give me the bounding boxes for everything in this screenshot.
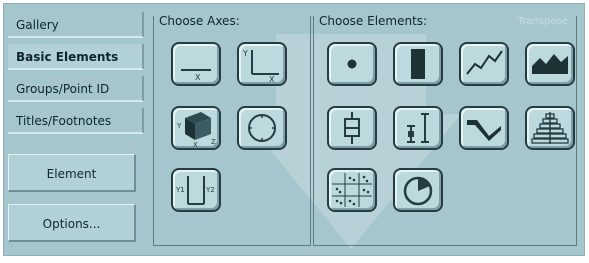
bar-icon [411, 49, 425, 79]
element-line-button[interactable] [459, 42, 509, 86]
svg-text:X: X [269, 75, 275, 84]
element-error-bar-button[interactable] [393, 106, 443, 150]
boxplot-icon [344, 112, 360, 144]
pie-icon [403, 176, 433, 206]
svg-text:Y1: Y1 [175, 186, 185, 194]
axes-polar-button[interactable] [237, 106, 287, 150]
axis-x-icon: X [181, 69, 211, 82]
svg-text:X: X [195, 73, 201, 82]
svg-text:Y: Y [242, 49, 248, 58]
choose-elements-panel: Choose Elements: Transpose [313, 14, 577, 246]
element-area-button[interactable] [525, 42, 575, 86]
element-population-pyramid-button[interactable] [525, 106, 575, 150]
choose-axes-title: Choose Axes: [156, 14, 243, 28]
element-boxplot-button[interactable] [327, 106, 377, 150]
tab-basic-elements[interactable]: Basic Elements [8, 44, 144, 70]
population-pyramid-icon [531, 112, 569, 144]
scatterplot-matrix-icon [332, 173, 372, 207]
chart-builder-dialog: Gallery Basic Elements Groups/Point ID T… [3, 3, 585, 256]
tab-titles-footnotes[interactable]: Titles/Footnotes [8, 108, 144, 134]
element-properties-button[interactable]: Element Properties... [8, 154, 136, 219]
area-icon [532, 54, 568, 74]
svg-text:Y2: Y2 [205, 186, 215, 194]
axes-3d-button[interactable]: Y X Z [171, 106, 221, 150]
choose-axes-panel: Choose Axes: X Y X Y X Z Y1 Y2 [153, 14, 311, 246]
element-scatterplot-matrix-button[interactable] [327, 168, 377, 212]
tab-gallery[interactable]: Gallery [8, 12, 144, 38]
axes-2d-xy-button[interactable]: Y X [237, 42, 287, 86]
axes-dual-y-button[interactable]: Y1 Y2 [171, 168, 221, 212]
element-bar-button[interactable] [393, 42, 443, 86]
axis-3d-icon: Y X Z [176, 112, 216, 148]
element-point-button[interactable] [327, 42, 377, 86]
error-bar-icon [407, 113, 429, 143]
tab-groups-point-id[interactable]: Groups/Point ID [8, 76, 144, 102]
axis-xy-icon: Y X [242, 49, 279, 84]
transpose-label[interactable]: Transpose [518, 16, 568, 27]
element-pie-button[interactable] [393, 168, 443, 212]
svg-text:Z: Z [211, 138, 216, 146]
options-button[interactable]: Options... [8, 204, 136, 242]
polar-axis-icon [248, 114, 276, 142]
svg-text:Y: Y [176, 122, 182, 130]
choose-elements-title: Choose Elements: [316, 14, 431, 28]
line-icon [466, 50, 503, 75]
dual-y-axis-icon: Y1 Y2 [175, 176, 215, 205]
point-icon [347, 59, 357, 69]
svg-text:X: X [193, 141, 198, 148]
axes-1d-x-button[interactable]: X [171, 42, 221, 86]
difference-area-icon [467, 120, 501, 141]
element-difference-area-button[interactable] [459, 106, 509, 150]
